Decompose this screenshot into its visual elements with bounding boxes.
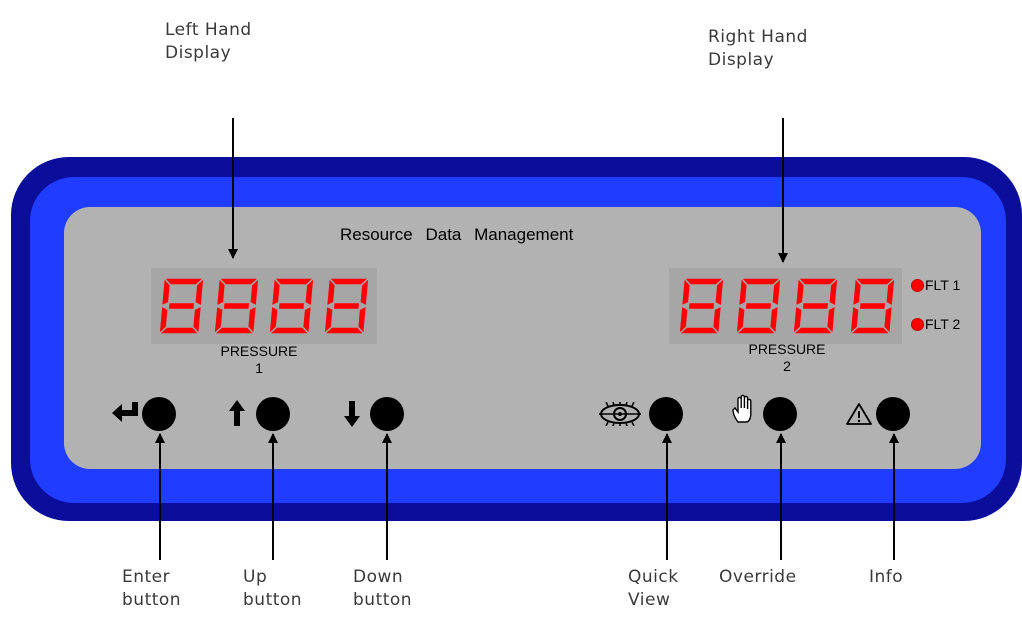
brand-title: Resource Data Management	[340, 225, 574, 244]
quick-view-button[interactable]	[649, 397, 683, 431]
segment-g	[801, 301, 830, 311]
callout-line: Override	[719, 567, 797, 587]
display-channel: 2	[783, 358, 791, 374]
enter-callout: Enter button	[122, 566, 181, 612]
display-label-text: PRESSURE	[748, 341, 826, 357]
left-display-label: PRESSURE 1	[189, 343, 329, 377]
callout-line: Info	[869, 567, 904, 587]
down-button[interactable]	[370, 397, 404, 431]
right-hand-display	[669, 268, 902, 344]
left-hand-display	[151, 268, 377, 344]
quick-view-callout: Quick View	[628, 566, 679, 612]
callout-line: Right Hand	[708, 27, 808, 47]
info-button[interactable]	[876, 397, 910, 431]
flt1-led	[911, 279, 924, 292]
hand-icon	[732, 394, 752, 423]
info-callout: Info	[869, 566, 903, 589]
callout-line: button	[122, 590, 182, 610]
up-arrow-icon	[229, 400, 245, 426]
override-button[interactable]	[763, 397, 797, 431]
flt1-label: FLT 1	[925, 277, 961, 293]
flt2-led	[911, 318, 924, 331]
right-digits	[677, 276, 897, 336]
left-display-callout: Left Hand Display	[165, 19, 252, 65]
callout-line: Display	[165, 43, 232, 63]
callout-line: Up	[243, 567, 268, 587]
override-callout: Override	[719, 566, 797, 589]
callout-line: Left Hand	[165, 20, 252, 40]
segment-g	[858, 301, 887, 311]
callout-line: Display	[708, 50, 775, 70]
callout-line: View	[628, 590, 671, 610]
callout-line: Enter	[122, 567, 171, 587]
enter-button[interactable]	[142, 397, 176, 431]
up-button[interactable]	[256, 397, 290, 431]
callout-line: button	[353, 590, 413, 610]
callout-line: button	[243, 590, 303, 610]
display-channel: 1	[255, 360, 263, 376]
segment-g	[332, 301, 361, 311]
down-callout: Down button	[353, 566, 412, 612]
segment-g	[222, 301, 251, 311]
callout-line: Down	[353, 567, 404, 587]
segment-g	[277, 301, 306, 311]
right-display-label: PRESSURE 2	[717, 341, 857, 375]
up-callout: Up button	[243, 566, 302, 612]
down-arrow-icon	[344, 401, 360, 427]
enter-arrow-icon	[112, 402, 138, 422]
flt2-label: FLT 2	[925, 316, 961, 332]
callout-line: Quick	[628, 567, 679, 587]
segment-g	[687, 301, 716, 311]
eye-icon	[599, 402, 641, 426]
right-display-callout: Right Hand Display	[708, 26, 808, 72]
left-digits	[157, 276, 371, 336]
segment-g	[167, 301, 196, 311]
segment-g	[744, 301, 773, 311]
display-label-text: PRESSURE	[220, 343, 298, 359]
warning-triangle-icon	[846, 403, 872, 425]
